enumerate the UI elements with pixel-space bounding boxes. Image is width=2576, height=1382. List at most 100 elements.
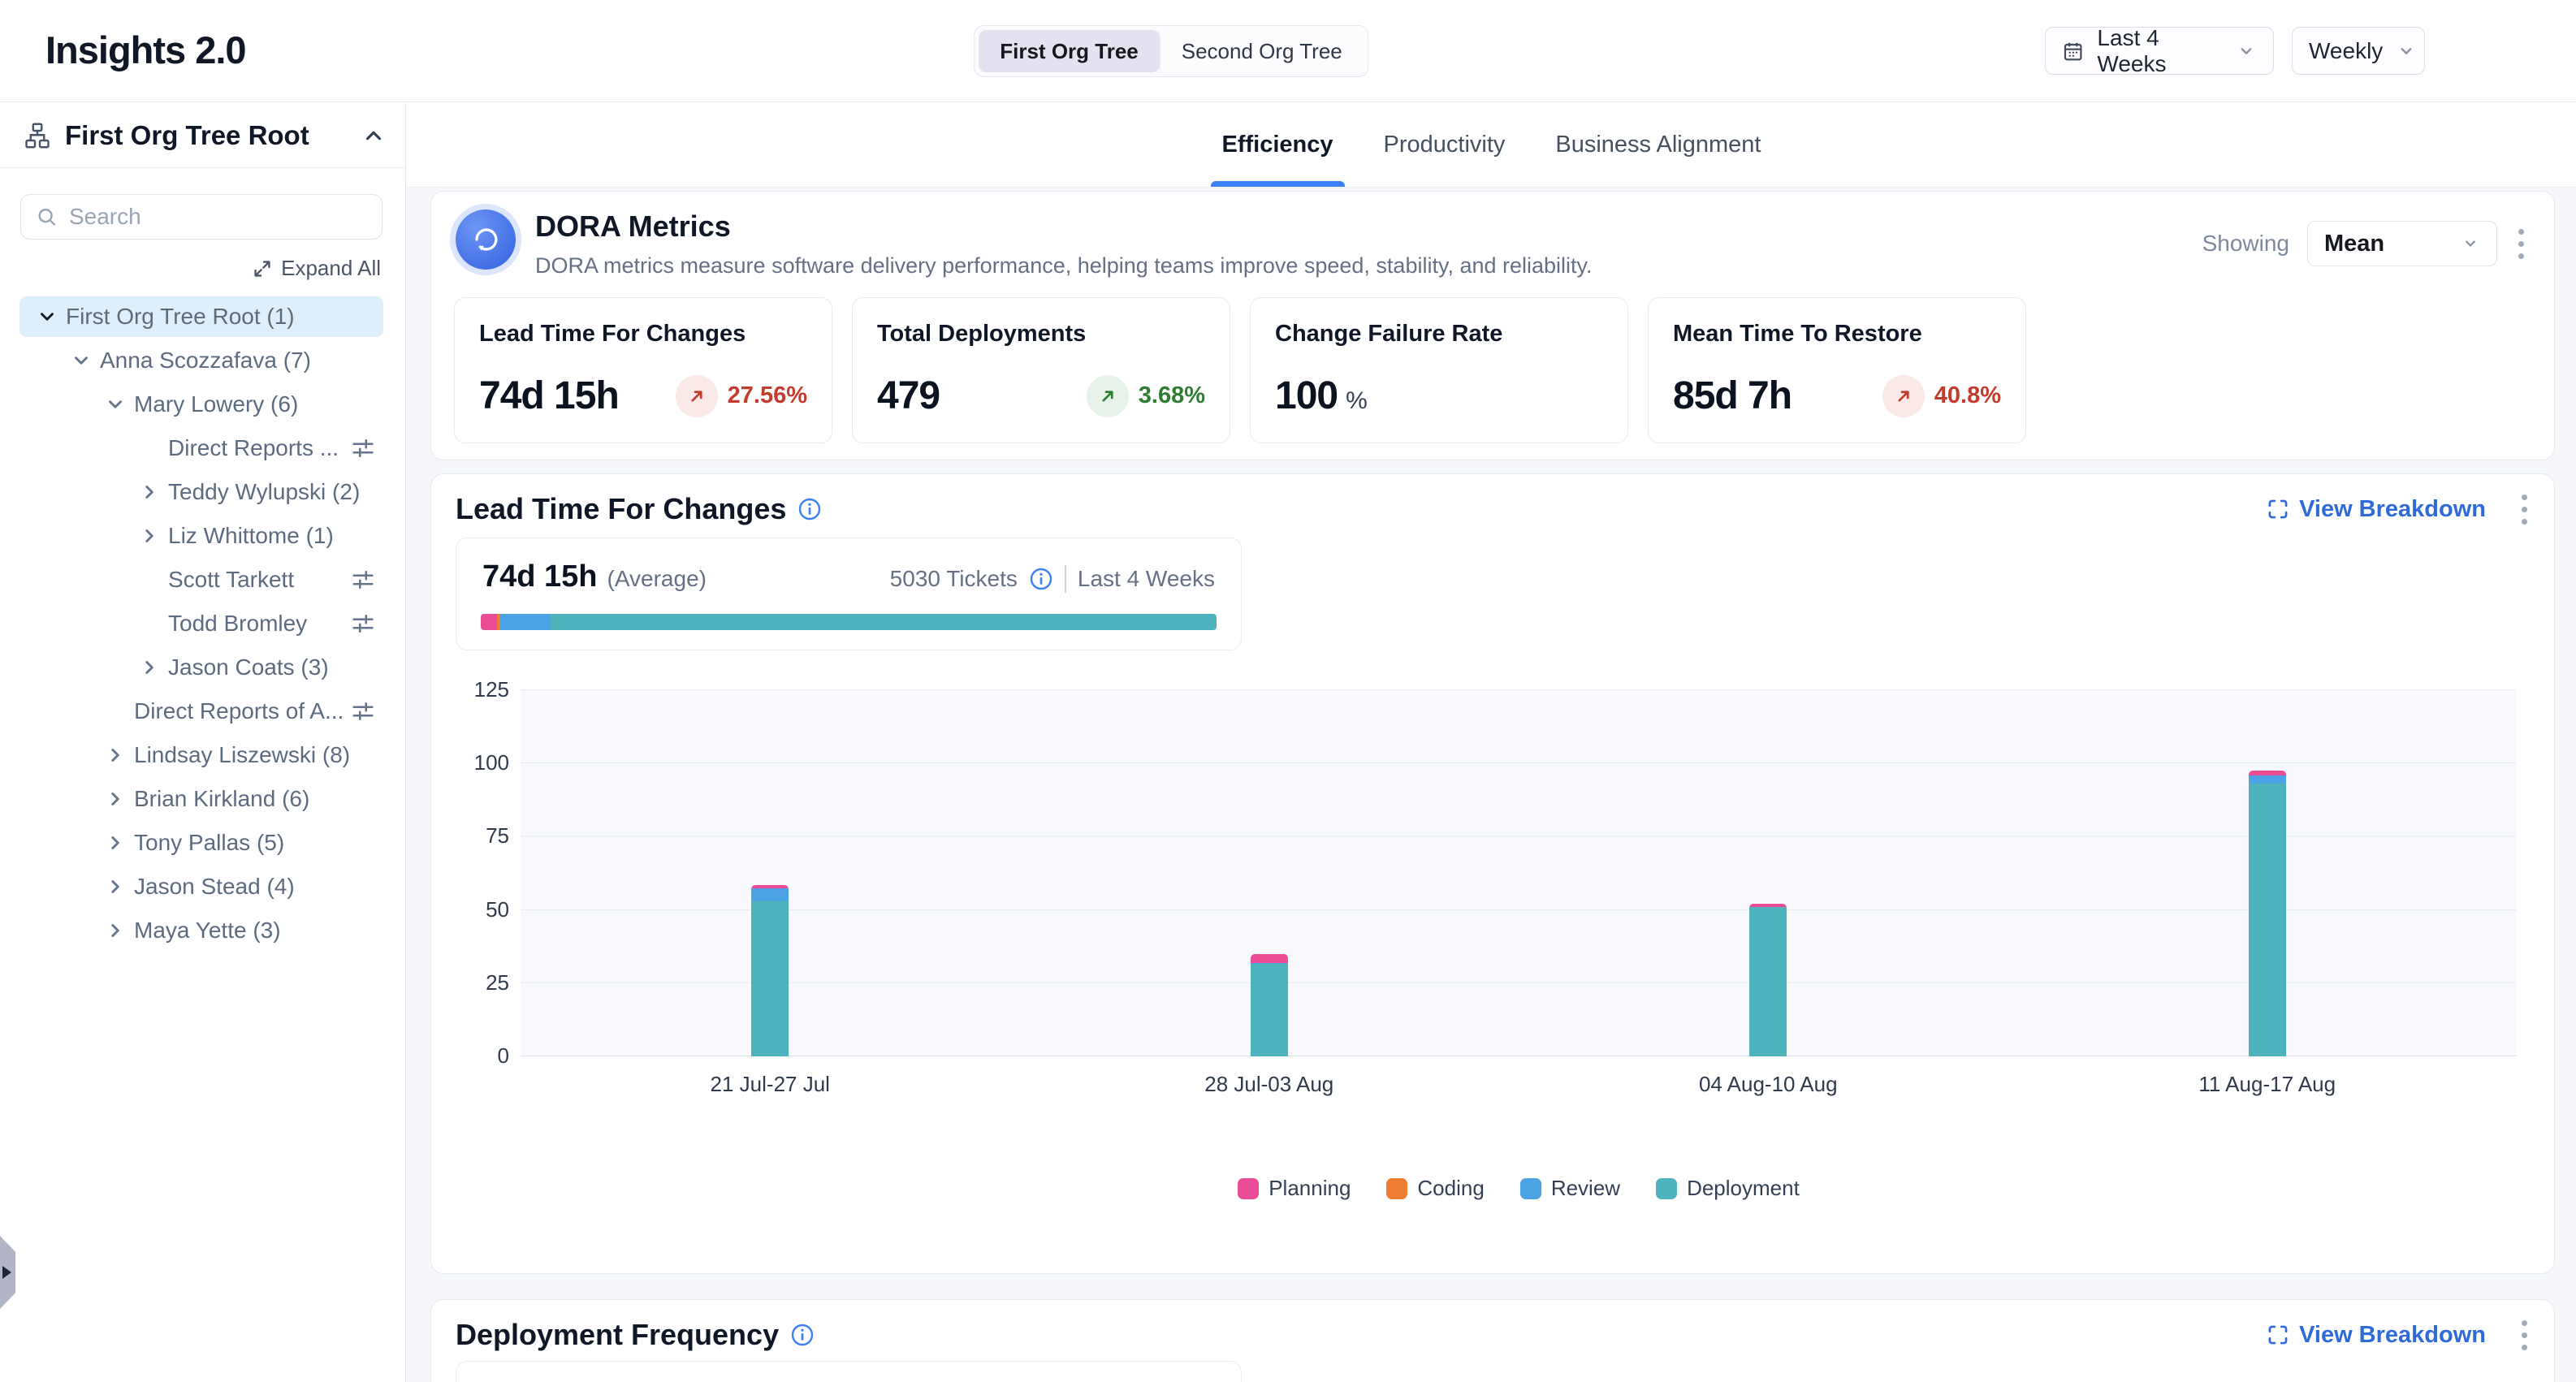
tree-item-mary-lowery-6[interactable]: Mary Lowery (6) — [19, 384, 383, 425]
info-icon[interactable] — [797, 497, 822, 521]
tree-item-jason-stead-4[interactable]: Jason Stead (4) — [19, 866, 383, 907]
deployment-frequency-summary-card — [456, 1361, 1242, 1382]
tree-item-direct-reports[interactable]: Direct Reports ... — [19, 428, 383, 469]
sidebar-search — [20, 194, 383, 240]
main-tabbar: Efficiency Productivity Business Alignment — [407, 103, 2576, 188]
y-tick-label: 125 — [456, 677, 509, 702]
chevron-right-icon[interactable] — [105, 875, 134, 899]
tab-efficiency[interactable]: Efficiency — [1222, 103, 1333, 187]
calendar-icon — [2062, 39, 2084, 63]
bar-slot-28-jul-03-aug — [1020, 690, 1519, 1056]
tree-item-maya-yette-3[interactable]: Maya Yette (3) — [19, 910, 383, 951]
aggregation-value: Mean — [2324, 231, 2384, 257]
granularity-dropdown[interactable]: Weekly — [2292, 27, 2425, 75]
tree-item-label: Maya Yette (3) — [134, 918, 281, 944]
expand-all-icon — [252, 258, 273, 279]
tree-item-label: Jason Stead (4) — [134, 874, 295, 900]
metric-title: Total Deployments — [877, 321, 1205, 348]
chevron-right-icon[interactable] — [105, 831, 134, 855]
chevron-down-icon[interactable] — [71, 348, 100, 373]
page: Insights 2.0 First Org TreeSecond Org Tr… — [0, 0, 2576, 1382]
y-tick-label: 25 — [456, 970, 509, 995]
trend-up-arrow-icon — [676, 375, 718, 417]
tree-item-tony-pallas-5[interactable]: Tony Pallas (5) — [19, 823, 383, 863]
tree-item-anna-scozzafava-7[interactable]: Anna Scozzafava (7) — [19, 340, 383, 381]
view-breakdown-label: View Breakdown — [2299, 496, 2486, 523]
tab-productivity[interactable]: Productivity — [1384, 103, 1506, 187]
chart-y-axis: 0255075100125 — [456, 690, 509, 1056]
trend-percent: 27.56% — [728, 382, 807, 409]
legend-swatch — [1238, 1178, 1259, 1199]
stacked-bar[interactable] — [751, 885, 789, 1056]
bar-segment-planning — [1251, 954, 1288, 963]
expand-all-button[interactable]: Expand All — [252, 256, 381, 281]
org-tree: First Org Tree Root (1)Anna Scozzafava (… — [19, 296, 383, 954]
summary-tickets: 5030 Tickets — [890, 566, 1018, 592]
tree-item-direct-reports-of-a[interactable]: Direct Reports of A... — [19, 691, 383, 732]
metric-card-mean-time-to-restore: Mean Time To Restore85d 7h40.8% — [1648, 297, 2026, 443]
search-input[interactable] — [69, 204, 367, 230]
bar-segment-review — [2249, 775, 2286, 784]
tree-item-first-org-tree-root-1[interactable]: First Org Tree Root (1) — [19, 296, 383, 337]
filter-sliders-icon[interactable] — [351, 611, 375, 636]
stacked-bar[interactable] — [2249, 771, 2286, 1056]
chevron-right-icon[interactable] — [139, 480, 168, 504]
metric-title: Change Failure Rate — [1275, 321, 1603, 348]
tree-item-scott-tarkett[interactable]: Scott Tarkett — [19, 559, 383, 600]
chevron-down-icon[interactable] — [37, 304, 66, 329]
metric-trend: 27.56% — [676, 375, 807, 417]
info-icon[interactable] — [1029, 567, 1053, 591]
tree-item-brian-kirkland-6[interactable]: Brian Kirkland (6) — [19, 779, 383, 819]
org-tree-tab-first-org-tree[interactable]: First Org Tree — [979, 30, 1160, 72]
view-breakdown-button[interactable]: View Breakdown — [2267, 496, 2486, 523]
search-icon — [36, 205, 58, 229]
metric-cards-row: Lead Time For Changes74d 15h27.56%Total … — [454, 297, 2026, 443]
tree-item-todd-bromley[interactable]: Todd Bromley — [19, 603, 383, 644]
legend-item-planning: Planning — [1238, 1176, 1351, 1201]
info-icon[interactable] — [790, 1323, 815, 1347]
org-tree-tab-second-org-tree[interactable]: Second Org Tree — [1160, 30, 1364, 72]
trend-up-arrow-icon — [1882, 375, 1925, 417]
filter-sliders-icon[interactable] — [351, 568, 375, 592]
chevron-right-icon[interactable] — [139, 524, 168, 548]
tree-item-liz-whittome-1[interactable]: Liz Whittome (1) — [19, 516, 383, 556]
tree-item-label: Direct Reports ... — [168, 435, 339, 461]
filter-sliders-icon[interactable] — [351, 699, 375, 723]
legend-swatch — [1520, 1178, 1541, 1199]
chevron-right-icon[interactable] — [105, 743, 134, 767]
metric-trend: 3.68% — [1087, 375, 1205, 417]
dora-panel: DORA Metrics DORA metrics measure softwa… — [430, 191, 2555, 460]
expand-all-label: Expand All — [281, 256, 381, 281]
tree-item-label: Teddy Wylupski (2) — [168, 479, 360, 505]
date-range-dropdown[interactable]: Last 4 Weeks — [2045, 27, 2274, 75]
showing-row: Showing Mean — [2202, 221, 2526, 266]
lead-time-kebab-menu-icon[interactable] — [2518, 488, 2530, 530]
tree-item-teddy-wylupski-2[interactable]: Teddy Wylupski (2) — [19, 472, 383, 512]
tree-item-jason-coats-3[interactable]: Jason Coats (3) — [19, 647, 383, 688]
dora-kebab-menu-icon[interactable] — [2515, 222, 2526, 265]
collapse-panel-chevron-up-icon[interactable] — [361, 123, 386, 148]
filter-sliders-icon[interactable] — [351, 436, 375, 460]
chevron-down-icon[interactable] — [105, 392, 134, 417]
tree-item-lindsay-liszewski-8[interactable]: Lindsay Liszewski (8) — [19, 735, 383, 775]
chevron-right-icon[interactable] — [105, 918, 134, 943]
main-content: Efficiency Productivity Business Alignment… — [407, 103, 2576, 1382]
x-tick-label: 28 Jul-03 Aug — [1020, 1072, 1519, 1097]
showing-label: Showing — [2202, 231, 2289, 257]
chevron-right-icon[interactable] — [139, 655, 168, 680]
aggregation-dropdown[interactable]: Mean — [2307, 221, 2497, 266]
sidebar-header: First Org Tree Root — [0, 103, 405, 168]
lead-time-summary-card: 74d 15h (Average) 5030 Tickets Last 4 We… — [456, 538, 1242, 650]
x-tick-label: 11 Aug-17 Aug — [2018, 1072, 2518, 1097]
view-breakdown-button[interactable]: View Breakdown — [2267, 1322, 2486, 1349]
divider — [1065, 565, 1066, 593]
tree-item-label: Brian Kirkland (6) — [134, 786, 309, 812]
deployment-frequency-kebab-menu-icon[interactable] — [2518, 1314, 2530, 1356]
metric-trend: 40.8% — [1882, 375, 2001, 417]
stacked-bar[interactable] — [1251, 954, 1288, 1056]
stacked-bar[interactable] — [1749, 904, 1787, 1056]
chevron-down-icon — [2236, 41, 2257, 62]
tab-business-alignment[interactable]: Business Alignment — [1555, 103, 1761, 187]
tree-item-label: Jason Coats (3) — [168, 654, 329, 680]
chevron-right-icon[interactable] — [105, 787, 134, 811]
